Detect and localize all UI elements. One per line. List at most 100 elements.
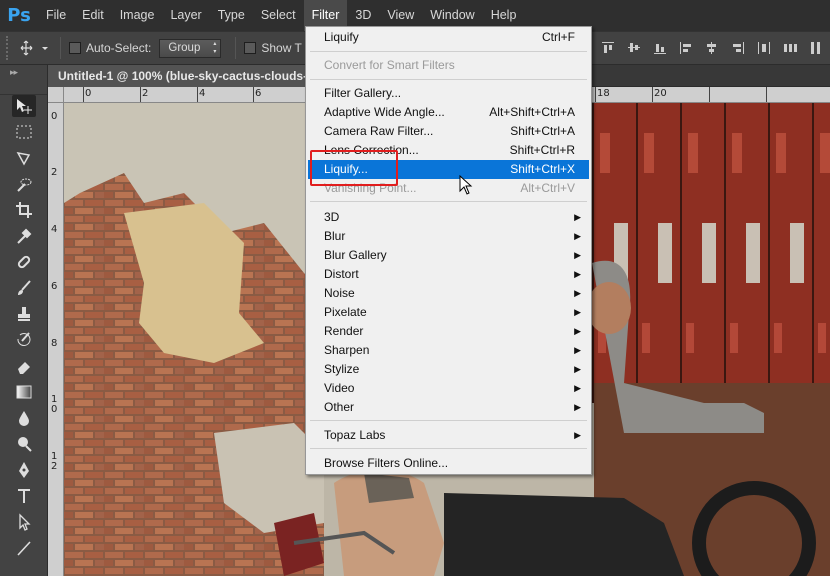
- show-transform-checkbox[interactable]: [244, 42, 257, 54]
- menu-separator: [310, 79, 587, 80]
- submenu-arrow-icon: ▶: [574, 383, 581, 393]
- menu-type[interactable]: Type: [210, 0, 253, 31]
- vertical-ruler[interactable]: 0 2 4 6 8 10 12: [48, 103, 64, 576]
- menu-item-stylize[interactable]: Stylize ▶: [308, 360, 589, 379]
- menu-item-convert-smart-filters[interactable]: Convert for Smart Filters: [308, 56, 589, 75]
- submenu-arrow-icon: ▶: [574, 430, 581, 440]
- line-tool-icon[interactable]: [12, 537, 36, 559]
- ruler-label: 2: [51, 167, 58, 178]
- menu-item-label: Video: [324, 381, 355, 395]
- distribute-spacing-icon[interactable]: [806, 38, 826, 58]
- menu-shortcut: Alt+Shift+Ctrl+A: [489, 105, 575, 119]
- ruler-label: 6: [51, 281, 58, 292]
- gradient-tool-icon[interactable]: [12, 381, 36, 403]
- menu-item-camera-raw-filter[interactable]: Camera Raw Filter... Shift+Ctrl+A: [308, 122, 589, 141]
- menu-item-last-filter[interactable]: Liquify Ctrl+F: [308, 28, 589, 47]
- marquee-tool-icon[interactable]: [12, 121, 36, 143]
- eyedropper-tool-icon[interactable]: [12, 225, 36, 247]
- menu-item-noise[interactable]: Noise ▶: [308, 284, 589, 303]
- divider: [60, 37, 61, 59]
- menu-item-label: Topaz Labs: [324, 428, 386, 442]
- ruler-label: 0: [85, 88, 92, 99]
- menu-item-browse-filters-online[interactable]: Browse Filters Online...: [308, 454, 589, 473]
- align-vcenter-icon[interactable]: [624, 38, 644, 58]
- type-tool-icon[interactable]: [12, 485, 36, 507]
- menu-item-distort[interactable]: Distort ▶: [308, 265, 589, 284]
- ruler-tick: [253, 87, 254, 102]
- pen-tool-icon[interactable]: [12, 459, 36, 481]
- dodge-tool-icon[interactable]: [12, 433, 36, 455]
- submenu-arrow-icon: ▶: [574, 345, 581, 355]
- ruler-label: 4: [199, 88, 206, 99]
- tools-panel-header[interactable]: ▸▸: [0, 65, 47, 95]
- menu-item-filter-gallery[interactable]: Filter Gallery...: [308, 84, 589, 103]
- menu-item-pixelate[interactable]: Pixelate ▶: [308, 303, 589, 322]
- menu-item-render[interactable]: Render ▶: [308, 322, 589, 341]
- submenu-arrow-icon: ▶: [574, 212, 581, 222]
- ruler-label: 6: [255, 88, 262, 99]
- menu-shortcut: Shift+Ctrl+R: [509, 143, 575, 157]
- submenu-arrow-icon: ▶: [574, 250, 581, 260]
- ruler-label: 4: [51, 224, 58, 235]
- menu-item-video[interactable]: Video ▶: [308, 379, 589, 398]
- show-transform-label: Show T: [261, 41, 302, 55]
- ruler-tick: [652, 87, 653, 102]
- menu-item-adaptive-wide-angle[interactable]: Adaptive Wide Angle... Alt+Shift+Ctrl+A: [308, 103, 589, 122]
- ruler-label: 0: [51, 111, 58, 122]
- align-left-icon[interactable]: [676, 38, 696, 58]
- options-grip[interactable]: [6, 36, 14, 60]
- ruler-origin[interactable]: [48, 87, 64, 103]
- ruler-label: 18: [597, 88, 610, 99]
- path-selection-tool-icon[interactable]: [12, 511, 36, 533]
- menu-item-blur[interactable]: Blur ▶: [308, 227, 589, 246]
- lasso-tool-icon[interactable]: [12, 147, 36, 169]
- ruler-tick: [766, 87, 767, 102]
- ruler-tick: [709, 87, 710, 102]
- highlight-callout-box: [310, 150, 398, 186]
- align-right-icon[interactable]: [728, 38, 748, 58]
- submenu-arrow-icon: ▶: [574, 269, 581, 279]
- menu-item-3d[interactable]: 3D ▶: [308, 208, 589, 227]
- menu-separator: [310, 201, 587, 202]
- eraser-tool-icon[interactable]: [12, 355, 36, 377]
- history-brush-tool-icon[interactable]: [12, 329, 36, 351]
- distribute-icon[interactable]: [754, 38, 774, 58]
- menu-shortcut: Shift+Ctrl+A: [510, 124, 575, 138]
- menu-item-label: Liquify: [324, 30, 359, 44]
- submenu-arrow-icon: ▶: [574, 326, 581, 336]
- submenu-arrow-icon: ▶: [574, 307, 581, 317]
- menu-file[interactable]: File: [38, 0, 74, 31]
- crop-tool-icon[interactable]: [12, 199, 36, 221]
- quick-selection-tool-icon[interactable]: [12, 173, 36, 195]
- submenu-arrow-icon: ▶: [574, 402, 581, 412]
- menu-item-sharpen[interactable]: Sharpen ▶: [308, 341, 589, 360]
- align-hcenter-icon[interactable]: [702, 38, 722, 58]
- menu-item-label: 3D: [324, 210, 340, 224]
- distribute-horizontal-icon[interactable]: [780, 38, 800, 58]
- move-tool-preset-icon[interactable]: [14, 36, 56, 60]
- document-tab[interactable]: Untitled-1 @ 100% (blue-sky-cactus-cloud…: [48, 65, 318, 87]
- menu-item-label: Stylize: [324, 362, 360, 376]
- clone-stamp-tool-icon[interactable]: [12, 303, 36, 325]
- menu-item-label: Camera Raw Filter...: [324, 124, 434, 138]
- auto-select-dropdown[interactable]: Group: [159, 38, 222, 58]
- ruler-label: 2: [142, 88, 149, 99]
- blur-tool-icon[interactable]: [12, 407, 36, 429]
- menu-layer[interactable]: Layer: [162, 0, 209, 31]
- align-bottom-icon[interactable]: [650, 38, 670, 58]
- auto-select-checkbox[interactable]: [69, 42, 81, 54]
- menu-item-other[interactable]: Other ▶: [308, 398, 589, 417]
- menu-item-label: Noise: [324, 286, 355, 300]
- menu-select[interactable]: Select: [253, 0, 304, 31]
- healing-brush-tool-icon[interactable]: [12, 251, 36, 273]
- menu-item-topaz-labs[interactable]: Topaz Labs ▶: [308, 426, 589, 445]
- menu-item-label: Blur Gallery: [324, 248, 387, 262]
- ruler-tick: [83, 87, 84, 102]
- menu-item-label: Browse Filters Online...: [324, 456, 449, 470]
- menu-image[interactable]: Image: [112, 0, 163, 31]
- move-tool-icon[interactable]: [12, 95, 36, 117]
- brush-tool-icon[interactable]: [12, 277, 36, 299]
- menu-edit[interactable]: Edit: [74, 0, 112, 31]
- menu-item-blur-gallery[interactable]: Blur Gallery ▶: [308, 246, 589, 265]
- align-top-icon[interactable]: [598, 38, 618, 58]
